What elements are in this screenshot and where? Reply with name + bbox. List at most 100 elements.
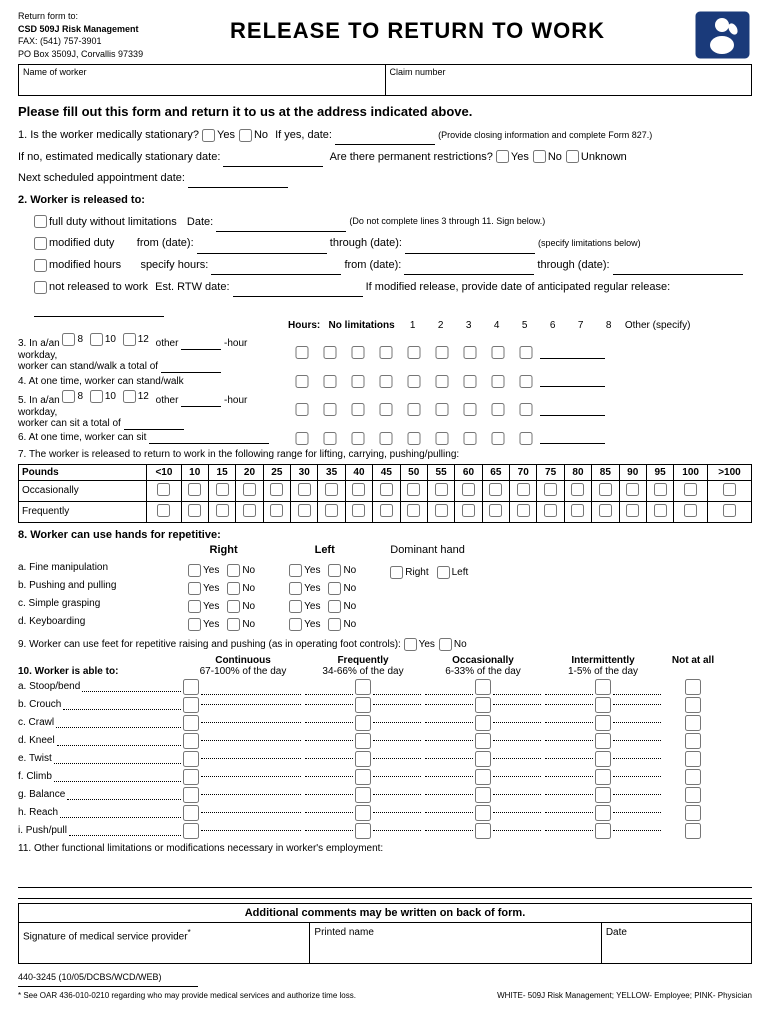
stoop-int-cb[interactable] <box>595 679 611 695</box>
q2-hours-through-date[interactable] <box>613 256 743 276</box>
occ-gt100-cb[interactable] <box>723 483 736 496</box>
q3-other-val[interactable] <box>181 338 221 350</box>
q3-h4-cb[interactable] <box>400 346 428 359</box>
q3-h6-cb[interactable] <box>456 346 484 359</box>
q6-h6-cb[interactable] <box>456 432 484 445</box>
twist-not-cb[interactable] <box>685 751 701 767</box>
reach-int-cb[interactable] <box>595 805 611 821</box>
q3-8-checkbox[interactable]: 8 <box>62 333 83 346</box>
kneel-freq-cb[interactable] <box>355 733 371 749</box>
freq-30-cb[interactable] <box>298 504 311 517</box>
freq-90-cb[interactable] <box>626 504 639 517</box>
q1-no-checkbox[interactable]: No <box>239 126 268 145</box>
freq-20-cb[interactable] <box>243 504 256 517</box>
climb-cont-cb[interactable] <box>183 769 199 785</box>
kneel-not-cb[interactable] <box>685 733 701 749</box>
occ-35-cb[interactable] <box>325 483 338 496</box>
occ-90-cb[interactable] <box>626 483 639 496</box>
freq-70-cb[interactable] <box>517 504 530 517</box>
q3-h1-cb[interactable] <box>316 346 344 359</box>
stoop-freq-cb[interactable] <box>355 679 371 695</box>
balance-not-cb[interactable] <box>685 787 701 803</box>
q2-anticipated-date[interactable] <box>34 297 164 317</box>
q5-h2-cb[interactable] <box>344 403 372 416</box>
freq-100-cb[interactable] <box>684 504 697 517</box>
q11-input[interactable] <box>18 858 752 888</box>
q3-h5-cb[interactable] <box>428 346 456 359</box>
q5-10-checkbox[interactable]: 10 <box>90 390 116 403</box>
q4-h5-cb[interactable] <box>428 375 456 388</box>
pushpull-cont-cb[interactable] <box>183 823 199 839</box>
q5-total-val[interactable] <box>124 418 184 430</box>
q1-next-appt-date[interactable] <box>188 169 288 189</box>
stoop-cont-cb[interactable] <box>183 679 199 695</box>
q4-h3-cb[interactable] <box>372 375 400 388</box>
reach-not-cb[interactable] <box>685 805 701 821</box>
freq-45-cb[interactable] <box>380 504 393 517</box>
q3-nolimit-cb[interactable] <box>288 346 316 359</box>
q2-hours-from-date[interactable] <box>404 256 534 276</box>
crawl-not-cb[interactable] <box>685 715 701 731</box>
occ-40-cb[interactable] <box>352 483 365 496</box>
twist-int-cb[interactable] <box>595 751 611 767</box>
q3-h7-cb[interactable] <box>484 346 512 359</box>
q9-no-checkbox[interactable]: No <box>439 638 467 651</box>
occ-30-cb[interactable] <box>298 483 311 496</box>
q2-modified-checkbox[interactable]: modified duty <box>34 234 114 253</box>
q6-h2-cb[interactable] <box>344 432 372 445</box>
q5-h1-cb[interactable] <box>316 403 344 416</box>
q5-h6-cb[interactable] <box>456 403 484 416</box>
q6-nolimit-cb[interactable] <box>288 432 316 445</box>
freq-lt10-cb[interactable] <box>157 504 170 517</box>
q5-h7-cb[interactable] <box>484 403 512 416</box>
occ-85-cb[interactable] <box>599 483 612 496</box>
q6-h3-cb[interactable] <box>372 432 400 445</box>
q9-yes-checkbox[interactable]: Yes <box>404 638 435 651</box>
q6-h4-cb[interactable] <box>400 432 428 445</box>
occ-55-cb[interactable] <box>435 483 448 496</box>
crawl-cont-cb[interactable] <box>183 715 199 731</box>
q2-est-rtw-date[interactable] <box>233 277 363 297</box>
crouch-cont-cb[interactable] <box>183 697 199 713</box>
crouch-freq-cb[interactable] <box>355 697 371 713</box>
q6-other-specify[interactable] <box>540 432 605 444</box>
freq-95-cb[interactable] <box>654 504 667 517</box>
reach-freq-cb[interactable] <box>355 805 371 821</box>
q5-h3-cb[interactable] <box>372 403 400 416</box>
q2-full-checkbox[interactable]: full duty without limitations <box>34 213 177 232</box>
freq-35-cb[interactable] <box>325 504 338 517</box>
q3-h2-cb[interactable] <box>344 346 372 359</box>
q6-value[interactable] <box>149 432 269 444</box>
freq-40-cb[interactable] <box>352 504 365 517</box>
freq-25-cb[interactable] <box>270 504 283 517</box>
kneel-int-cb[interactable] <box>595 733 611 749</box>
twist-cont-cb[interactable] <box>183 751 199 767</box>
kneel-cont-cb[interactable] <box>183 733 199 749</box>
freq-60-cb[interactable] <box>462 504 475 517</box>
occ-50-cb[interactable] <box>407 483 420 496</box>
q5-other-specify[interactable] <box>540 404 605 416</box>
q6-h7-cb[interactable] <box>484 432 512 445</box>
q5-8-checkbox[interactable]: 8 <box>62 390 83 403</box>
occ-15-cb[interactable] <box>216 483 229 496</box>
q4-h6-cb[interactable] <box>456 375 484 388</box>
stoop-not-cb[interactable] <box>685 679 701 695</box>
q4-h1-cb[interactable] <box>316 375 344 388</box>
balance-cont-cb[interactable] <box>183 787 199 803</box>
crouch-occ-cb[interactable] <box>475 697 491 713</box>
q4-nolimit-cb[interactable] <box>288 375 316 388</box>
freq-80-cb[interactable] <box>571 504 584 517</box>
q5-h8-cb[interactable] <box>512 403 540 416</box>
q5-h4-cb[interactable] <box>400 403 428 416</box>
q3-h8-cb[interactable] <box>512 346 540 359</box>
q1-perm-unknown-checkbox[interactable]: Unknown <box>566 148 627 167</box>
q1-ifyes-date[interactable] <box>335 125 435 145</box>
balance-occ-cb[interactable] <box>475 787 491 803</box>
crouch-int-cb[interactable] <box>595 697 611 713</box>
balance-freq-cb[interactable] <box>355 787 371 803</box>
q4-h7-cb[interactable] <box>484 375 512 388</box>
freq-gt100-cb[interactable] <box>723 504 736 517</box>
q6-h8-cb[interactable] <box>512 432 540 445</box>
climb-occ-cb[interactable] <box>475 769 491 785</box>
balance-int-cb[interactable] <box>595 787 611 803</box>
